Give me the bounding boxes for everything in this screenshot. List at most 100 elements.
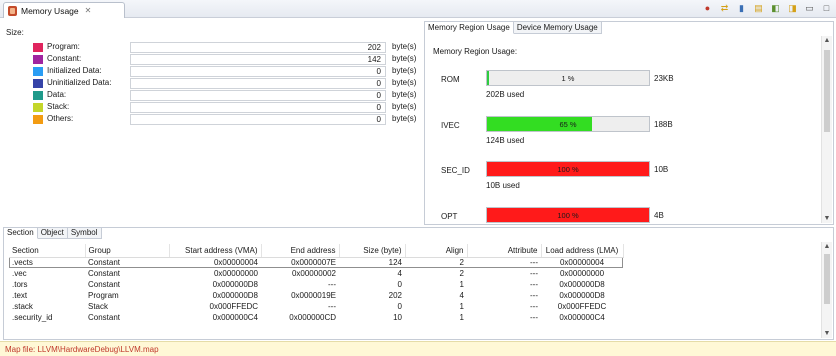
column-header[interactable]: Size (byte) <box>339 244 406 258</box>
scroll-up-icon[interactable]: ▲ <box>822 37 832 44</box>
table-header: Section Group Start address (VMA) End addre… <box>9 244 624 258</box>
size-unit: byte(s) <box>392 54 417 63</box>
category-label: Others: <box>47 114 74 123</box>
size-value-field: 0 <box>130 114 386 125</box>
region-size: 10B <box>654 165 669 174</box>
table-cell: Program <box>88 291 119 300</box>
region-size: 23KB <box>654 74 674 83</box>
region-percent: 100 % <box>557 211 579 220</box>
refresh-icon[interactable]: ● <box>702 3 713 14</box>
column-header[interactable]: Load address (LMA) <box>541 244 624 258</box>
column-header[interactable]: End address <box>261 244 340 258</box>
table-cell: 0x000000C4 <box>212 313 258 322</box>
scroll-down-icon[interactable]: ▼ <box>822 330 832 337</box>
table-cell: 0x00000000 <box>213 269 258 278</box>
table-row[interactable]: .vects Constant 0x00000004 0x0000007E 124 2 --… <box>9 257 623 268</box>
table-cell: 0x000000D8 <box>559 280 605 289</box>
table-cell: Constant <box>88 258 121 268</box>
category-label: Stack: <box>47 102 70 111</box>
memory-region-item: ROM 1 % 23KB 202B used <box>425 70 805 100</box>
column-header[interactable]: Start address (VMA) <box>169 244 262 258</box>
table-cell: --- <box>530 280 538 289</box>
size-row: Program: 202 byte(s) <box>33 42 416 53</box>
collapse-icon[interactable]: ◧ <box>770 3 781 14</box>
section-tabs: Section Object Symbol <box>4 228 102 239</box>
maximize-icon[interactable]: □ <box>821 3 832 14</box>
region-used: 202B used <box>486 90 525 99</box>
size-unit: byte(s) <box>392 102 417 111</box>
table-cell: --- <box>530 291 538 300</box>
size-row: Initialized Data: 0 byte(s) <box>33 66 416 77</box>
tab-object[interactable]: Object <box>37 228 68 239</box>
scroll-up-icon[interactable]: ▲ <box>822 243 832 250</box>
size-value-field: 0 <box>130 78 386 89</box>
link-icon[interactable]: ⇄ <box>719 3 730 14</box>
table-cell: 0x0000007E <box>291 258 336 268</box>
table-cell: 1 <box>459 313 464 322</box>
export-icon[interactable]: ▤ <box>753 3 764 14</box>
tab-symbol[interactable]: Symbol <box>67 228 102 239</box>
close-icon[interactable]: ✕ <box>85 6 92 15</box>
size-value: 0 <box>376 67 381 76</box>
table-cell: 0x000000CD <box>289 313 336 322</box>
region-used: 124B used <box>486 136 525 145</box>
size-value: 142 <box>367 55 381 64</box>
table-cell: 1 <box>459 280 464 289</box>
region-used: 10B used <box>486 181 520 190</box>
table-row[interactable]: .security_id Constant 0x000000C4 0x000000CD… <box>9 312 623 323</box>
view-toolbar: ● ⇄ ▮ ▤ ◧ ◨ ▭ □ <box>702 3 832 14</box>
table-cell: --- <box>530 258 538 268</box>
tab-memory-region-usage[interactable]: Memory Region Usage <box>425 22 514 34</box>
table-cell: .vects <box>12 258 33 268</box>
table-cell: 2 <box>459 258 464 268</box>
table-row[interactable]: .text Program 0x000000D8 0x0000019E 202 4 --- 0… <box>9 290 623 301</box>
scroll-down-icon[interactable]: ▼ <box>822 215 832 222</box>
filter-icon[interactable]: ▮ <box>736 3 747 14</box>
size-value-field: 0 <box>130 102 386 113</box>
color-swatch <box>33 43 43 52</box>
region-percent: 100 % <box>557 165 579 174</box>
color-swatch <box>33 91 43 100</box>
tab-device-memory-usage[interactable]: Device Memory Usage <box>513 22 602 34</box>
table-row[interactable]: .vec Constant 0x00000000 0x00000002 4 2 --- 0x0… <box>9 268 623 279</box>
size-value: 0 <box>376 91 381 100</box>
table-row[interactable]: .tors Constant 0x000000D8 --- 0 1 --- 0x000000D… <box>9 279 623 290</box>
size-value-field: 142 <box>130 54 386 65</box>
table-scrollbar[interactable]: ▲ ▼ <box>821 242 832 338</box>
size-row: Stack: 0 byte(s) <box>33 102 416 113</box>
region-usage-bar: 100 % <box>486 207 650 223</box>
table-cell: 0x00000004 <box>213 258 258 268</box>
minimize-icon[interactable]: ▭ <box>804 3 815 14</box>
size-unit: byte(s) <box>392 90 417 99</box>
table-cell: 0x000FFEDC <box>557 302 607 311</box>
column-header[interactable]: Align <box>405 244 468 258</box>
memory-region-item: SEC_ID 100 % 10B 10B used <box>425 161 805 191</box>
table-cell: 0 <box>397 302 402 311</box>
table-cell: .vec <box>12 269 27 278</box>
size-unit: byte(s) <box>392 66 417 75</box>
region-scrollbar[interactable]: ▲ ▼ <box>821 36 832 223</box>
expand-icon[interactable]: ◨ <box>787 3 798 14</box>
table-cell: 10 <box>393 313 402 322</box>
table-row[interactable]: .stack Stack 0x000FFEDC --- 0 1 --- 0x000FFEDC <box>9 301 623 312</box>
category-label: Initialized Data: <box>47 66 102 75</box>
table-cell: 0x00000002 <box>291 269 336 278</box>
tab-section[interactable]: Section <box>4 228 38 239</box>
region-name: SEC_ID <box>441 166 470 175</box>
table-cell: 202 <box>388 291 402 300</box>
scroll-thumb[interactable] <box>824 50 830 132</box>
table-cell: 0x0000019E <box>291 291 336 300</box>
column-header[interactable]: Attribute <box>467 244 542 258</box>
column-header[interactable]: Section <box>9 244 86 258</box>
region-usage-bar: 65 % <box>486 116 650 132</box>
region-usage-bar: 100 % <box>486 161 650 177</box>
scroll-thumb[interactable] <box>824 254 830 304</box>
column-header[interactable]: Group <box>85 244 170 258</box>
table-cell: 0x000000D8 <box>212 291 258 300</box>
size-row: Constant: 142 byte(s) <box>33 54 416 65</box>
region-percent: 65 % <box>559 120 577 129</box>
size-row: Others: 0 byte(s) <box>33 114 416 125</box>
category-label: Constant: <box>47 54 82 63</box>
table-cell: 124 <box>388 258 402 268</box>
tab-memory-usage[interactable]: Memory Usage ✕ <box>3 2 125 18</box>
